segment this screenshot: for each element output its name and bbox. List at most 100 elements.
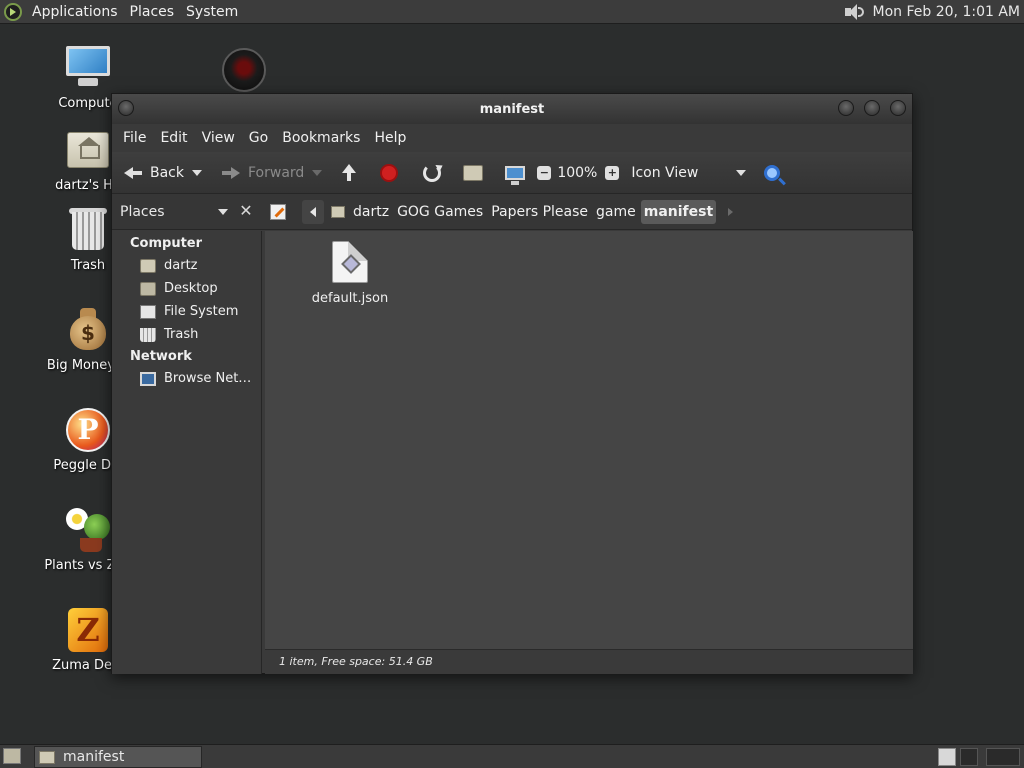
back-history-dropdown[interactable] <box>192 169 202 176</box>
menu-go[interactable]: Go <box>242 130 275 146</box>
applications-menu[interactable]: Applications <box>0 0 124 24</box>
forward-button[interactable]: Forward <box>220 158 304 188</box>
desktop-folder-icon <box>140 281 156 296</box>
sidebar-item-label: Browse Net… <box>164 371 252 386</box>
sidebar-item-label: Trash <box>164 327 199 342</box>
show-desktop-icon[interactable] <box>3 748 21 764</box>
edit-location-icon[interactable] <box>270 204 286 220</box>
top-panel: Applications Places System Mon Feb 20, 1… <box>0 0 1024 24</box>
zoom-level[interactable]: 100% <box>557 158 597 188</box>
breadcrumb-game[interactable]: game <box>593 200 639 224</box>
menu-view[interactable]: View <box>195 130 242 146</box>
home-folder-icon <box>140 258 156 273</box>
breadcrumb-gog-games[interactable]: GOG Games <box>394 200 486 224</box>
home-folder-icon <box>64 126 112 174</box>
reload-button[interactable] <box>423 158 442 188</box>
forward-history-dropdown[interactable] <box>312 169 323 176</box>
close-button[interactable] <box>890 100 906 116</box>
window-titlebar[interactable]: manifest <box>112 94 912 124</box>
zoom-in-icon: + <box>605 165 620 180</box>
home-icon <box>463 164 484 181</box>
applications-menu-label: Applications <box>32 3 118 20</box>
window-menu-button[interactable] <box>118 100 134 116</box>
orb-widget-icon[interactable] <box>222 48 266 92</box>
trash-icon <box>64 206 112 254</box>
sidebar-type-select[interactable]: Places <box>116 200 232 224</box>
panel-tray: Mon Feb 20, 1:01 AM <box>843 0 1020 24</box>
file-item[interactable]: default.json <box>305 241 395 306</box>
sidebar-item-trash[interactable]: Trash <box>112 323 261 346</box>
desktop-icon-label: Compute <box>58 96 118 111</box>
file-view[interactable]: default.json <box>265 231 913 649</box>
places-sidebar: Computer dartz Desktop File System Trash… <box>112 231 262 674</box>
menu-file[interactable]: File <box>116 130 153 146</box>
menu-help[interactable]: Help <box>367 130 413 146</box>
breadcrumb-manifest[interactable]: manifest <box>640 200 717 224</box>
breadcrumb-scroll-left-button[interactable] <box>302 200 324 224</box>
forward-arrow-icon <box>220 162 242 184</box>
search-icon <box>764 164 781 181</box>
sidebar-item-label: dartz <box>164 258 198 273</box>
location-bar: Places ✕ dartz GOG Games Papers Please g… <box>112 194 912 230</box>
home-icon <box>331 206 345 218</box>
clock[interactable]: Mon Feb 20, 1:01 AM <box>873 4 1020 20</box>
sidebar-item-desktop[interactable]: Desktop <box>112 277 261 300</box>
minimize-button[interactable] <box>838 100 854 116</box>
reload-icon <box>423 163 442 182</box>
system-menu[interactable]: System <box>180 0 244 24</box>
chevron-down-icon <box>218 209 228 215</box>
json-file-icon <box>332 241 368 283</box>
window-title: manifest <box>479 101 545 117</box>
sidebar-item-label: File System <box>164 304 239 319</box>
sidebar-section-network: Network <box>130 349 192 364</box>
volume-icon[interactable] <box>843 3 865 21</box>
money-bag-icon: $ <box>64 306 112 354</box>
file-system-icon <box>140 304 156 319</box>
breadcrumb: dartz GOG Games Papers Please game manif… <box>270 200 734 224</box>
workspace-1[interactable] <box>938 748 956 766</box>
chevron-down-icon <box>736 169 747 176</box>
distro-logo-icon <box>4 2 22 21</box>
sidebar-item-file-system[interactable]: File System <box>112 300 261 323</box>
sidebar-section-computer: Computer <box>130 236 203 251</box>
computer-icon <box>505 165 526 185</box>
places-menu[interactable]: Places <box>124 0 181 24</box>
network-icon <box>140 371 156 386</box>
plants-vs-zombies-icon <box>64 506 112 554</box>
zoom-in-button[interactable]: + <box>605 158 620 188</box>
sidebar-item-label: Desktop <box>164 281 218 296</box>
computer-icon <box>64 44 112 92</box>
view-mode-select[interactable]: Icon View <box>631 158 752 188</box>
zoom-out-icon: − <box>537 165 552 180</box>
folder-icon <box>39 750 55 764</box>
breadcrumb-scroll-right-button[interactable] <box>728 208 734 216</box>
workspace-2[interactable] <box>960 748 978 766</box>
up-button[interactable] <box>338 158 366 188</box>
sidebar-item-browse-network[interactable]: Browse Net… <box>112 367 261 390</box>
taskbar-item-label: manifest <box>63 749 125 765</box>
back-label: Back <box>150 164 184 181</box>
menu-edit[interactable]: Edit <box>153 130 194 146</box>
file-manager-window: manifest File Edit View Go Bookmarks Hel… <box>111 93 913 674</box>
sidebar-item-dartz[interactable]: dartz <box>112 254 261 277</box>
breadcrumb-papers-please[interactable]: Papers Please <box>488 200 591 224</box>
back-button[interactable]: Back <box>122 158 184 188</box>
back-arrow-icon <box>122 162 144 184</box>
desktop-icon-label: Trash <box>70 258 106 273</box>
search-button[interactable] <box>764 158 781 188</box>
status-bar: 1 item, Free space: 51.4 GB <box>265 649 913 674</box>
sidebar-type-label: Places <box>120 204 165 220</box>
close-sidebar-button[interactable]: ✕ <box>236 200 256 224</box>
stop-button[interactable] <box>378 158 401 188</box>
trash-applet-icon[interactable] <box>986 748 1020 766</box>
trash-icon <box>140 327 156 342</box>
home-button[interactable] <box>463 158 484 188</box>
up-arrow-icon <box>338 162 360 184</box>
taskbar-item-manifest[interactable]: manifest <box>34 746 202 768</box>
maximize-button[interactable] <box>864 100 880 116</box>
menu-bookmarks[interactable]: Bookmarks <box>275 130 367 146</box>
forward-label: Forward <box>248 164 305 181</box>
computer-button[interactable] <box>505 158 526 188</box>
zoom-out-button[interactable]: − <box>537 158 552 188</box>
breadcrumb-dartz[interactable]: dartz <box>328 200 392 224</box>
